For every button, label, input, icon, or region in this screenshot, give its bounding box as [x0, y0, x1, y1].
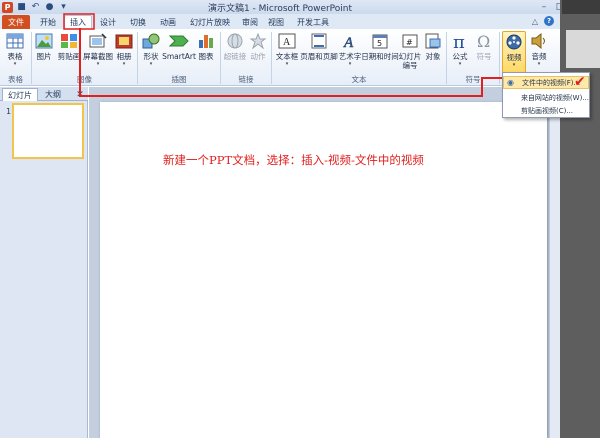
table-icon	[6, 31, 24, 51]
photo-album-button[interactable]: 相册 ▾	[114, 31, 134, 73]
group-label-tables: 表格	[8, 75, 23, 84]
close-panel-icon[interactable]: ✕	[74, 88, 86, 101]
wordart-button[interactable]: A 艺术字 ▾	[338, 31, 362, 73]
clipart-icon	[60, 31, 78, 51]
film-reel-icon	[505, 32, 523, 52]
ribbon-tabs: 文件 开始 插入 设计 切换 动画 幻灯片放映 审阅 视图 开发工具 △ ?	[0, 14, 560, 29]
picture-icon	[35, 31, 53, 51]
background-window-panel	[566, 30, 600, 68]
chart-icon	[197, 31, 215, 51]
tab-review[interactable]: 审阅	[238, 15, 262, 29]
svg-text:Ω: Ω	[477, 32, 490, 50]
slide-number-button[interactable]: # 幻灯片 编号	[397, 31, 423, 73]
background-window-titlebar	[562, 0, 600, 14]
smartart-icon	[169, 31, 189, 51]
header-footer-button[interactable]: 页眉和页脚	[300, 31, 338, 73]
svg-text:A: A	[343, 35, 354, 49]
header-footer-icon	[310, 31, 328, 51]
tab-slides[interactable]: 幻灯片	[2, 88, 38, 101]
smartart-button[interactable]: SmartArt	[162, 31, 196, 73]
group-label-text: 文本	[351, 75, 367, 84]
calendar-icon: 5	[371, 31, 389, 51]
action-star-icon	[249, 31, 267, 51]
tab-design[interactable]: 设计	[94, 15, 122, 29]
speaker-icon	[530, 31, 548, 51]
screenshot-icon	[89, 31, 107, 51]
svg-text:5: 5	[377, 39, 382, 48]
svg-text:π: π	[453, 32, 465, 50]
clipart-button[interactable]: 剪贴画	[56, 31, 82, 73]
object-button[interactable]: 对象	[423, 31, 443, 73]
slide-annotation-text: 新建一个PPT文档，选择：插入-视频-文件中的视频	[163, 153, 424, 167]
group-label-links: 链接	[238, 75, 254, 84]
group-label-images: 图像	[77, 75, 92, 84]
help-icon[interactable]: ?	[544, 16, 554, 26]
film-reel-icon: ◉	[507, 78, 514, 87]
window-title: 演示文稿1 - Microsoft PowerPoint	[207, 4, 353, 14]
chart-button[interactable]: 图表	[196, 31, 216, 73]
red-checkmark-icon: ✔	[574, 74, 586, 90]
video-button[interactable]: 视频 ▾	[502, 31, 526, 73]
table-button[interactable]: 表格 ▾	[2, 31, 28, 73]
tab-animations[interactable]: 动画	[154, 15, 182, 29]
vertical-scrollbar[interactable]	[549, 87, 560, 438]
shapes-button[interactable]: 形状 ▾	[140, 31, 162, 73]
slide-panel-tabs: 幻灯片 大纲 ✕	[0, 87, 88, 101]
object-icon	[424, 31, 442, 51]
tab-home[interactable]: 开始	[34, 15, 62, 29]
slide-number-icon: #	[401, 31, 419, 51]
shapes-icon	[142, 31, 160, 51]
menu-item-video-from-website[interactable]: 来自网站的视频(W)...	[503, 91, 589, 104]
tab-transitions[interactable]: 切换	[124, 15, 152, 29]
picture-button[interactable]: 图片	[33, 31, 55, 73]
audio-button[interactable]: 音频 ▾	[527, 31, 551, 73]
action-button[interactable]: 动作	[248, 31, 268, 73]
tab-extras: △ ?	[530, 16, 554, 26]
photo-album-icon	[115, 31, 133, 51]
textbox-button[interactable]: A 文本框 ▾	[274, 31, 300, 73]
tab-developer[interactable]: 开发工具	[292, 15, 334, 29]
group-label-illustrations: 插图	[171, 75, 187, 84]
menu-item-clipart-video[interactable]: 剪贴画视频(C)...	[503, 104, 589, 117]
tab-file[interactable]: 文件	[2, 15, 30, 29]
omega-icon: Ω	[475, 31, 493, 51]
slide-thumbnail[interactable]	[12, 103, 84, 159]
pi-icon: π	[451, 31, 469, 51]
equation-button[interactable]: π 公式 ▾	[449, 31, 471, 73]
slide-thumbnail-number: 1	[6, 107, 12, 116]
tab-outline[interactable]: 大纲	[38, 88, 68, 101]
title-bar: P ■ ↶ ● ▾ 演示文稿1 - Microsoft PowerPoint –…	[0, 0, 600, 14]
collapse-ribbon-icon[interactable]: △	[530, 16, 540, 26]
svg-text:#: #	[406, 38, 413, 47]
hyperlink-button[interactable]: 超链接	[223, 31, 247, 73]
tab-insert[interactable]: 插入	[64, 15, 92, 29]
tab-view[interactable]: 视图	[264, 15, 288, 29]
textbox-icon: A	[278, 31, 296, 51]
group-label-symbols: 符号	[465, 75, 481, 84]
svg-text:A: A	[283, 37, 291, 48]
tab-slideshow[interactable]: 幻灯片放映	[184, 15, 236, 29]
wordart-icon: A	[341, 31, 359, 51]
screenshot-button[interactable]: 屏幕截图 ▾	[83, 31, 113, 73]
ribbon-insert: 表格 ▾ 图片 剪贴画 屏幕截图 ▾ 相册 ▾ 形状 ▾ SmartArt 图表…	[0, 29, 560, 86]
minimize-icon[interactable]: –	[536, 0, 552, 14]
symbol-button[interactable]: Ω 符号	[472, 31, 496, 73]
globe-link-icon	[226, 31, 244, 51]
date-time-button[interactable]: 5 日期和时间	[361, 31, 399, 73]
